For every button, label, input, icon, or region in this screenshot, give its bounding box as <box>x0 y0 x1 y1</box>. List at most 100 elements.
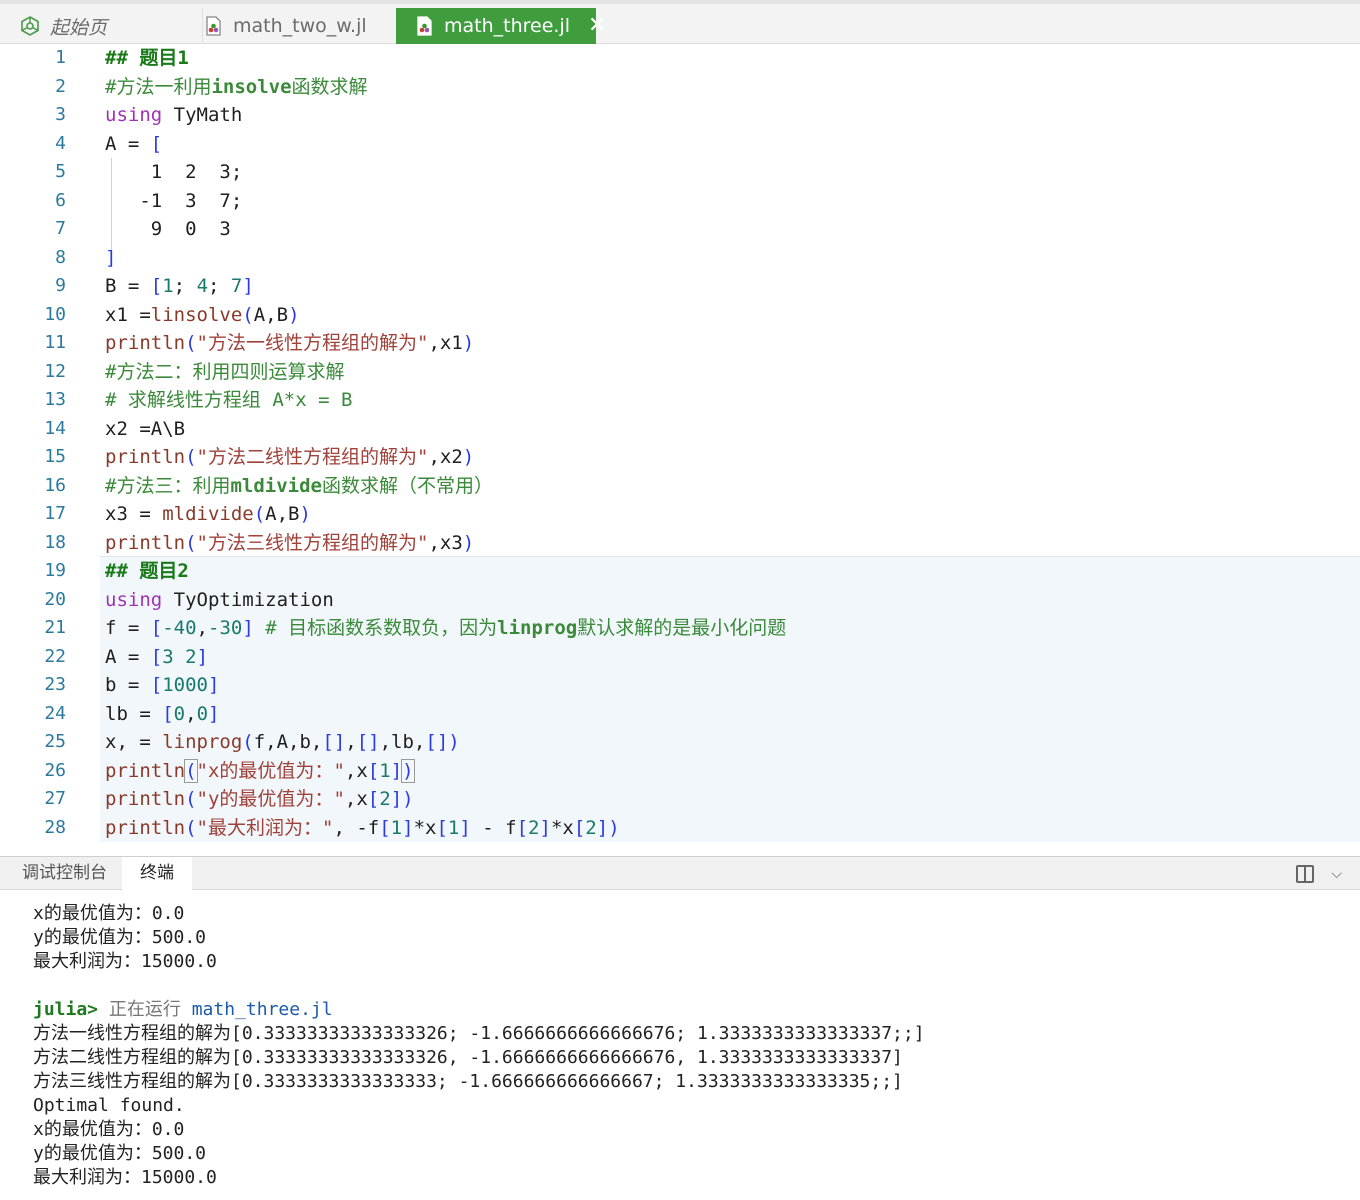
line-number: 12 <box>44 360 66 382</box>
line-number: 4 <box>55 132 66 154</box>
code-text: #方法一利用insolve函数求解 <box>105 75 368 98</box>
code-text: x1 =linsolve(A,B) <box>105 303 300 326</box>
terminal-line: x的最优值为：0.0 <box>33 903 185 924</box>
terminal-line: 方法一线性方程组的解为[0.33333333333333326; -1.6666… <box>33 1023 925 1044</box>
line-number: 7 <box>55 218 66 239</box>
terminal-line: 方法二线性方程组的解为[0.33333333333333326, -1.6666… <box>33 1047 903 1068</box>
code-line[interactable]: 3 using TyMath <box>0 101 1360 130</box>
close-tab-icon[interactable]: ✕ <box>588 15 606 37</box>
running-label: 正在运行 <box>108 999 181 1020</box>
line-number: 15 <box>44 446 66 467</box>
code-line[interactable]: 4 A = [ <box>0 130 1360 159</box>
code-line[interactable]: 25 x, = linprog(f,A,b,[],[],lb,[]) <box>0 728 1360 757</box>
code-line[interactable]: 15 println("方法二线性方程组的解为",x2) <box>0 443 1360 472</box>
code-text: # 求解线性方程组 A*x = B <box>105 389 353 411</box>
code-line[interactable]: 26 println("x的最优值为：",x[1]) <box>0 757 1360 786</box>
code-text: ## 题目1 <box>105 47 189 69</box>
code-line[interactable]: 2 #方法一利用insolve函数求解 <box>0 73 1360 102</box>
code-line[interactable]: 22 A = [3 2] <box>0 643 1360 672</box>
code-line[interactable]: 18 println("方法三线性方程组的解为",x3) <box>0 529 1360 558</box>
line-number: 19 <box>44 560 66 581</box>
code-line[interactable]: 9 B = [1; 4; 7] <box>0 272 1360 301</box>
code-line[interactable]: 5 1 2 3; <box>0 158 1360 187</box>
terminal-line: 最大利润为：15000.0 <box>33 1167 217 1188</box>
terminal-line: 最大利润为：15000.0 <box>33 951 217 972</box>
code-line[interactable]: 8] <box>0 244 1360 273</box>
line-number: 3 <box>55 104 66 125</box>
code-line[interactable]: 12 #方法二：利用四则运算求解 <box>0 358 1360 387</box>
code-text: B = [1; 4; 7] <box>105 275 254 297</box>
code-text: println("方法二线性方程组的解为",x2) <box>105 446 475 468</box>
code-line[interactable]: 11 println("方法一线性方程组的解为",x1) <box>0 329 1360 358</box>
code-text: lb = [0,0] <box>105 702 220 725</box>
line-number: 6 <box>55 189 66 211</box>
line-number: 16 <box>44 474 66 496</box>
code-text: 9 0 3 <box>105 218 231 240</box>
code-line[interactable]: 6 -1 3 7; <box>0 187 1360 216</box>
split-panel-button[interactable]: ⌵ <box>1296 862 1342 886</box>
code-line[interactable]: 13 # 求解线性方程组 A*x = B <box>0 386 1360 415</box>
code-text: println("方法一线性方程组的解为",x1) <box>105 332 475 354</box>
line-number: 5 <box>55 161 66 182</box>
code-text: ] <box>105 246 117 269</box>
code-line[interactable]: 17 x3 = mldivide(A,B) <box>0 500 1360 529</box>
code-text: using TyOptimization <box>105 588 334 611</box>
code-text: A = [ <box>105 132 163 155</box>
terminal-line: 方法三线性方程组的解为[0.3333333333333333; -1.66666… <box>33 1071 903 1092</box>
editor-tab-bar: 起始页 math_two_w.jl math_three.jl ✕ <box>0 0 1360 44</box>
start-page-icon <box>20 16 40 36</box>
line-number: 24 <box>44 702 66 724</box>
code-text: x2 =A\B <box>105 417 186 440</box>
line-number: 14 <box>44 417 66 439</box>
line-number: 20 <box>44 588 66 610</box>
line-number: 17 <box>44 503 66 524</box>
line-number: 18 <box>44 531 66 553</box>
line-number: 2 <box>55 75 66 97</box>
code-text: println("方法三线性方程组的解为",x3) <box>105 531 475 554</box>
code-text: #方法三：利用mldivide函数求解（不常用） <box>105 474 493 497</box>
line-number: 26 <box>44 759 66 781</box>
code-line[interactable]: 16 #方法三：利用mldivide函数求解（不常用） <box>0 472 1360 501</box>
code-text: println("x的最优值为：",x[1]) <box>105 758 415 783</box>
code-editor[interactable]: 1 ## 题目1 2 #方法一利用insolve函数求解 3 using TyMath 4 A… <box>0 44 1360 856</box>
code-text: println("y的最优值为：",x[2]) <box>105 788 414 810</box>
tab-math-three[interactable]: math_three.jl ✕ <box>396 8 606 44</box>
code-line[interactable]: 27 println("y的最优值为：",x[2]) <box>0 785 1360 814</box>
julia-file-icon <box>203 16 223 36</box>
code-line[interactable]: 19 ## 题目2 <box>0 557 1360 586</box>
code-text: println("最大利润为：", -f[1]*x[1] - f[2]*x[2]… <box>105 816 620 839</box>
tab-start-page[interactable]: 起始页 <box>20 8 190 44</box>
line-number: 10 <box>44 303 66 325</box>
code-line[interactable]: 1 ## 题目1 <box>0 44 1360 73</box>
line-number: 22 <box>44 645 66 667</box>
code-line[interactable]: 23 b = [1000] <box>0 671 1360 700</box>
code-text: x, = linprog(f,A,b,[],[],lb,[]) <box>105 731 460 753</box>
code-line[interactable]: 28 println("最大利润为：", -f[1]*x[1] - f[2]*x[… <box>0 814 1360 843</box>
code-line[interactable]: 10 x1 =linsolve(A,B) <box>0 301 1360 330</box>
code-line[interactable]: 14 x2 =A\B <box>0 415 1360 444</box>
code-text: x3 = mldivide(A,B) <box>105 503 311 525</box>
line-number: 11 <box>44 332 66 353</box>
line-number: 8 <box>55 246 66 268</box>
panel-tab-bar: 调试控制台 终端 ⌵ <box>0 856 1360 890</box>
terminal-prompt-line: julia> 正在运行 math_three.jl <box>33 998 333 1022</box>
running-file: math_three.jl <box>191 999 333 1020</box>
code-text: f = [-40,-30] # 目标函数系数取负，因为linprog默认求解的是… <box>105 617 787 639</box>
code-text: #方法二：利用四则运算求解 <box>105 360 345 383</box>
code-line[interactable]: 20 using TyOptimization <box>0 586 1360 615</box>
code-line[interactable]: 24 lb = [0,0] <box>0 700 1360 729</box>
code-text: b = [1000] <box>105 674 220 696</box>
code-line[interactable]: 7 9 0 3 <box>0 215 1360 244</box>
tab-terminal[interactable]: 终端 <box>122 857 192 890</box>
code-line[interactable]: 21 f = [-40,-30] # 目标函数系数取负，因为linprog默认求解… <box>0 614 1360 643</box>
code-text: -1 3 7; <box>105 189 243 212</box>
tab-debug-console[interactable]: 调试控制台 <box>2 857 127 890</box>
code-text: A = [3 2] <box>105 645 209 668</box>
split-icon <box>1296 865 1314 883</box>
tab-math-two[interactable]: math_two_w.jl <box>202 8 392 44</box>
terminal-output[interactable]: x的最优值为：0.0 y的最优值为：500.0 最大利润为：15000.0 ju… <box>0 890 1360 1200</box>
code-text: using TyMath <box>105 104 243 126</box>
line-number: 27 <box>44 788 66 809</box>
code-text: ## 题目2 <box>105 560 189 582</box>
terminal-line: x的最优值为：0.0 <box>33 1119 185 1140</box>
